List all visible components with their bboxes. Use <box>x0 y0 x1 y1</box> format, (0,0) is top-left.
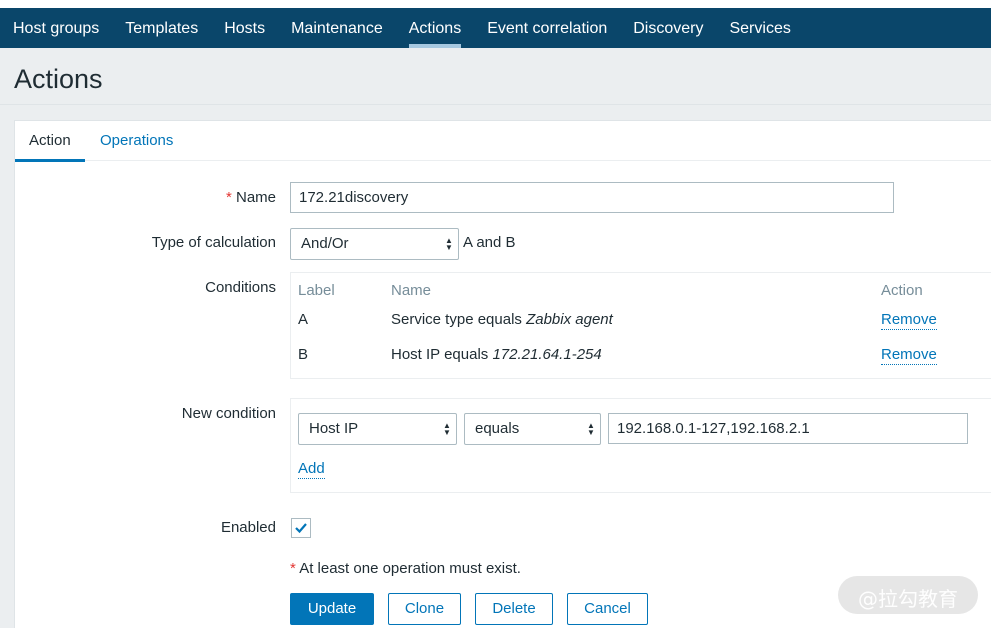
calc-formula: A and B <box>463 234 516 251</box>
enabled-checkbox[interactable] <box>291 518 311 538</box>
select-arrows-icon: ▲ ▼ <box>445 236 453 252</box>
operation-required-note: * At least one operation must exist. <box>290 560 521 577</box>
page-title: Actions <box>14 64 103 94</box>
update-button[interactable]: Update <box>290 593 374 625</box>
col-header-name: Name <box>391 282 432 299</box>
top-nav: Host groups Templates Hosts Maintenance … <box>0 0 991 48</box>
condition-operator-value: equals <box>475 420 520 437</box>
nav-item-host-groups[interactable]: Host groups <box>0 0 112 48</box>
tab-operations[interactable]: Operations <box>86 121 187 161</box>
conditions-table: Label Name Action A Service type equals … <box>290 272 991 379</box>
nav-item-actions[interactable]: Actions <box>396 0 474 48</box>
name-field[interactable] <box>290 182 894 213</box>
title-divider <box>0 104 991 105</box>
condition-name-value: 172.21.64.1-254 <box>492 346 602 363</box>
calc-label: Type of calculation <box>151 234 276 251</box>
nav-item-services[interactable]: Services <box>716 0 803 48</box>
cancel-button[interactable]: Cancel <box>567 593 648 625</box>
condition-operator-select[interactable]: equals ▲ ▼ <box>464 413 601 445</box>
condition-row-label: B <box>298 346 309 363</box>
col-header-label: Label <box>298 282 335 299</box>
new-condition-label: New condition <box>181 405 276 422</box>
tab-action[interactable]: Action <box>15 121 85 162</box>
col-header-action: Action <box>881 282 923 299</box>
condition-name-value: Zabbix agent <box>526 311 613 328</box>
remove-condition-a-button[interactable]: Remove <box>881 311 937 330</box>
condition-row-name: Host IP equals 172.21.64.1-254 <box>391 346 602 363</box>
select-arrows-icon: ▲ ▼ <box>443 421 451 437</box>
new-condition-box: Host IP ▲▼ equals ▲▼ Add <box>290 398 991 493</box>
enabled-label: Enabled <box>220 519 276 536</box>
conditions-label: Conditions <box>205 279 276 296</box>
nav-item-maintenance[interactable]: Maintenance <box>278 0 396 48</box>
name-label: * Name <box>226 189 276 206</box>
condition-name-prefix: Service type equals <box>391 311 527 328</box>
nav-item-hosts[interactable]: Hosts <box>211 0 278 48</box>
required-mark: * <box>225 189 232 206</box>
select-arrows-icon: ▲ ▼ <box>587 421 595 437</box>
tab-bar: Action Operations <box>15 121 991 162</box>
check-icon <box>295 523 307 534</box>
condition-name-prefix: Host IP equals <box>391 346 493 363</box>
add-condition-button[interactable]: Add <box>298 460 325 479</box>
required-mark: * <box>290 560 296 577</box>
calc-select[interactable]: And/Or ▲ ▼ <box>290 228 459 260</box>
nav-item-templates[interactable]: Templates <box>112 0 211 48</box>
condition-row-label: A <box>298 311 309 328</box>
nav-item-event-correlation[interactable]: Event correlation <box>474 0 620 48</box>
condition-type-value: Host IP <box>309 420 359 437</box>
name-label-text: Name <box>235 189 276 206</box>
condition-row-name: Service type equals Zabbix agent <box>391 311 613 328</box>
clone-button[interactable]: Clone <box>388 593 461 625</box>
condition-type-select[interactable]: Host IP ▲ ▼ <box>298 413 457 445</box>
note-text: At least one operation must exist. <box>299 560 521 577</box>
calc-select-value: And/Or <box>301 235 349 252</box>
action-form-panel: Action Operations * Name Type of calcula… <box>14 120 991 628</box>
delete-button[interactable]: Delete <box>475 593 553 625</box>
nav-item-discovery[interactable]: Discovery <box>620 0 716 48</box>
watermark-logo: @拉勾教育 <box>838 576 978 614</box>
condition-value-input[interactable] <box>608 413 968 444</box>
remove-condition-b-button[interactable]: Remove <box>881 346 937 365</box>
